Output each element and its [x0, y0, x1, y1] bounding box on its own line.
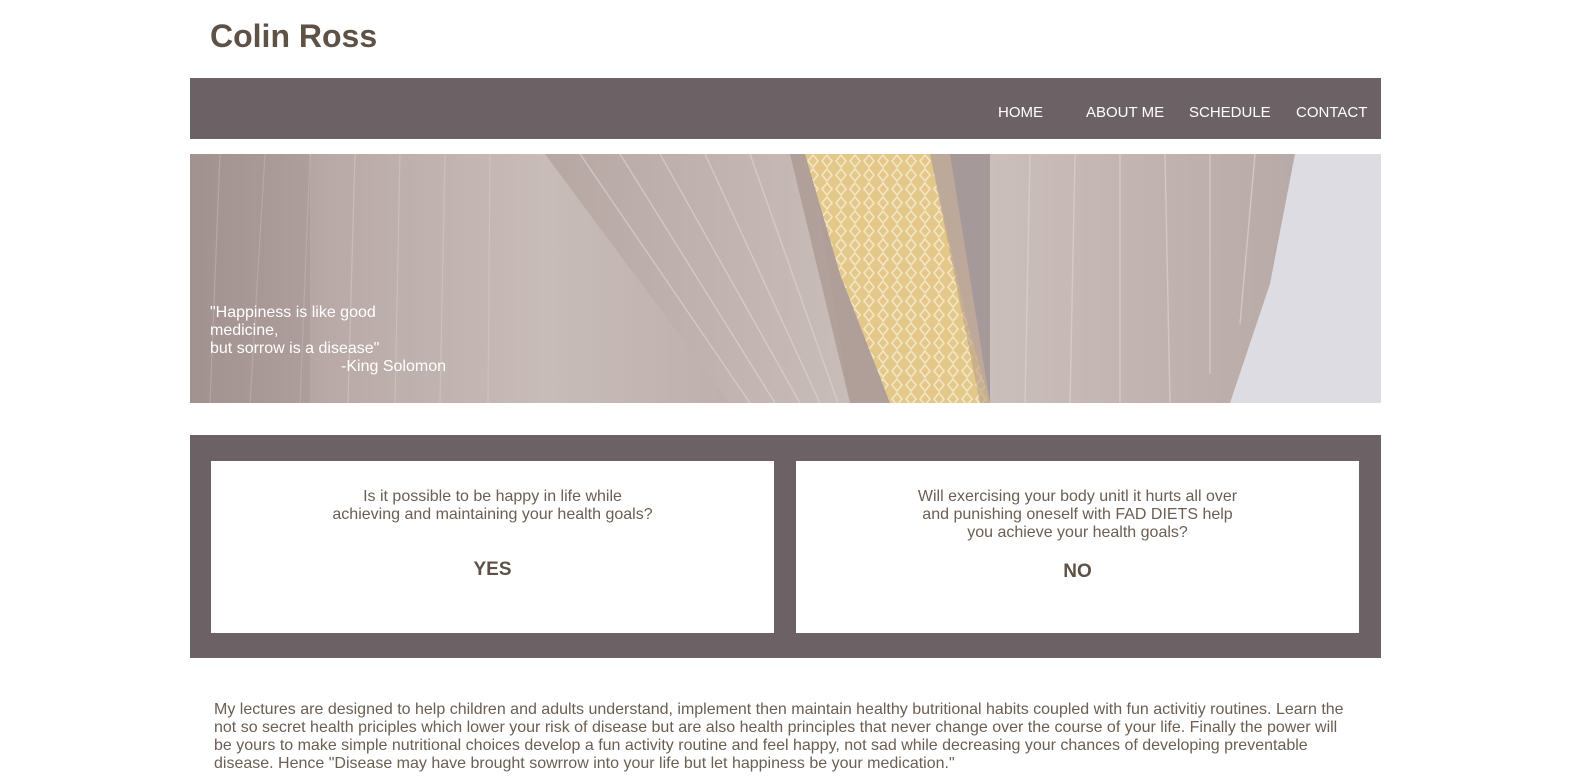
hero-quote-line-2: but sorrow is a disease" — [210, 340, 380, 357]
question-card-yes: Is it possible to be happy in life while… — [211, 461, 774, 633]
card-question-line: Will exercising your body unitl it hurts… — [917, 488, 1238, 505]
card-question-line: and punishing oneself with FAD DIETS hel… — [922, 506, 1233, 523]
nav-contact-link[interactable]: CONTACT — [1296, 104, 1367, 121]
card-question-line: achieving and maintaining your health go… — [332, 506, 653, 523]
question-card-no: Will exercising your body unitl it hurts… — [796, 461, 1359, 633]
site-title: Colin Ross — [210, 18, 378, 54]
page: Colin Ross HOME ABOUT ME SCHEDULE CONTAC… — [0, 0, 1581, 779]
nav-schedule-link[interactable]: SCHEDULE — [1189, 104, 1271, 121]
hero-quote-line-1: "Happiness is like good medicine, — [210, 304, 376, 339]
card-question: Is it possible to be happy in life while… — [323, 488, 663, 524]
main-navigation: HOME ABOUT ME SCHEDULE CONTACT — [190, 78, 1381, 139]
card-question-line: you achieve your health goals? — [967, 524, 1188, 541]
card-question-line: Is it possible to be happy in life while — [363, 488, 622, 505]
nav-home-link[interactable]: HOME — [998, 104, 1043, 121]
hero-quote-author: -King Solomon — [341, 358, 446, 375]
hero-quote: "Happiness is like good medicine, but so… — [210, 304, 446, 376]
hero-banner: "Happiness is like good medicine, but so… — [190, 154, 1381, 403]
card-question: Will exercising your body unitl it hurts… — [908, 488, 1248, 542]
question-panel: Is it possible to be happy in life while… — [190, 435, 1381, 658]
answer-yes[interactable]: YES — [211, 559, 774, 581]
answer-no[interactable]: NO — [796, 561, 1359, 583]
intro-paragraph: My lectures are designed to help childre… — [214, 701, 1344, 772]
nav-about-me-link[interactable]: ABOUT ME — [1086, 104, 1164, 121]
